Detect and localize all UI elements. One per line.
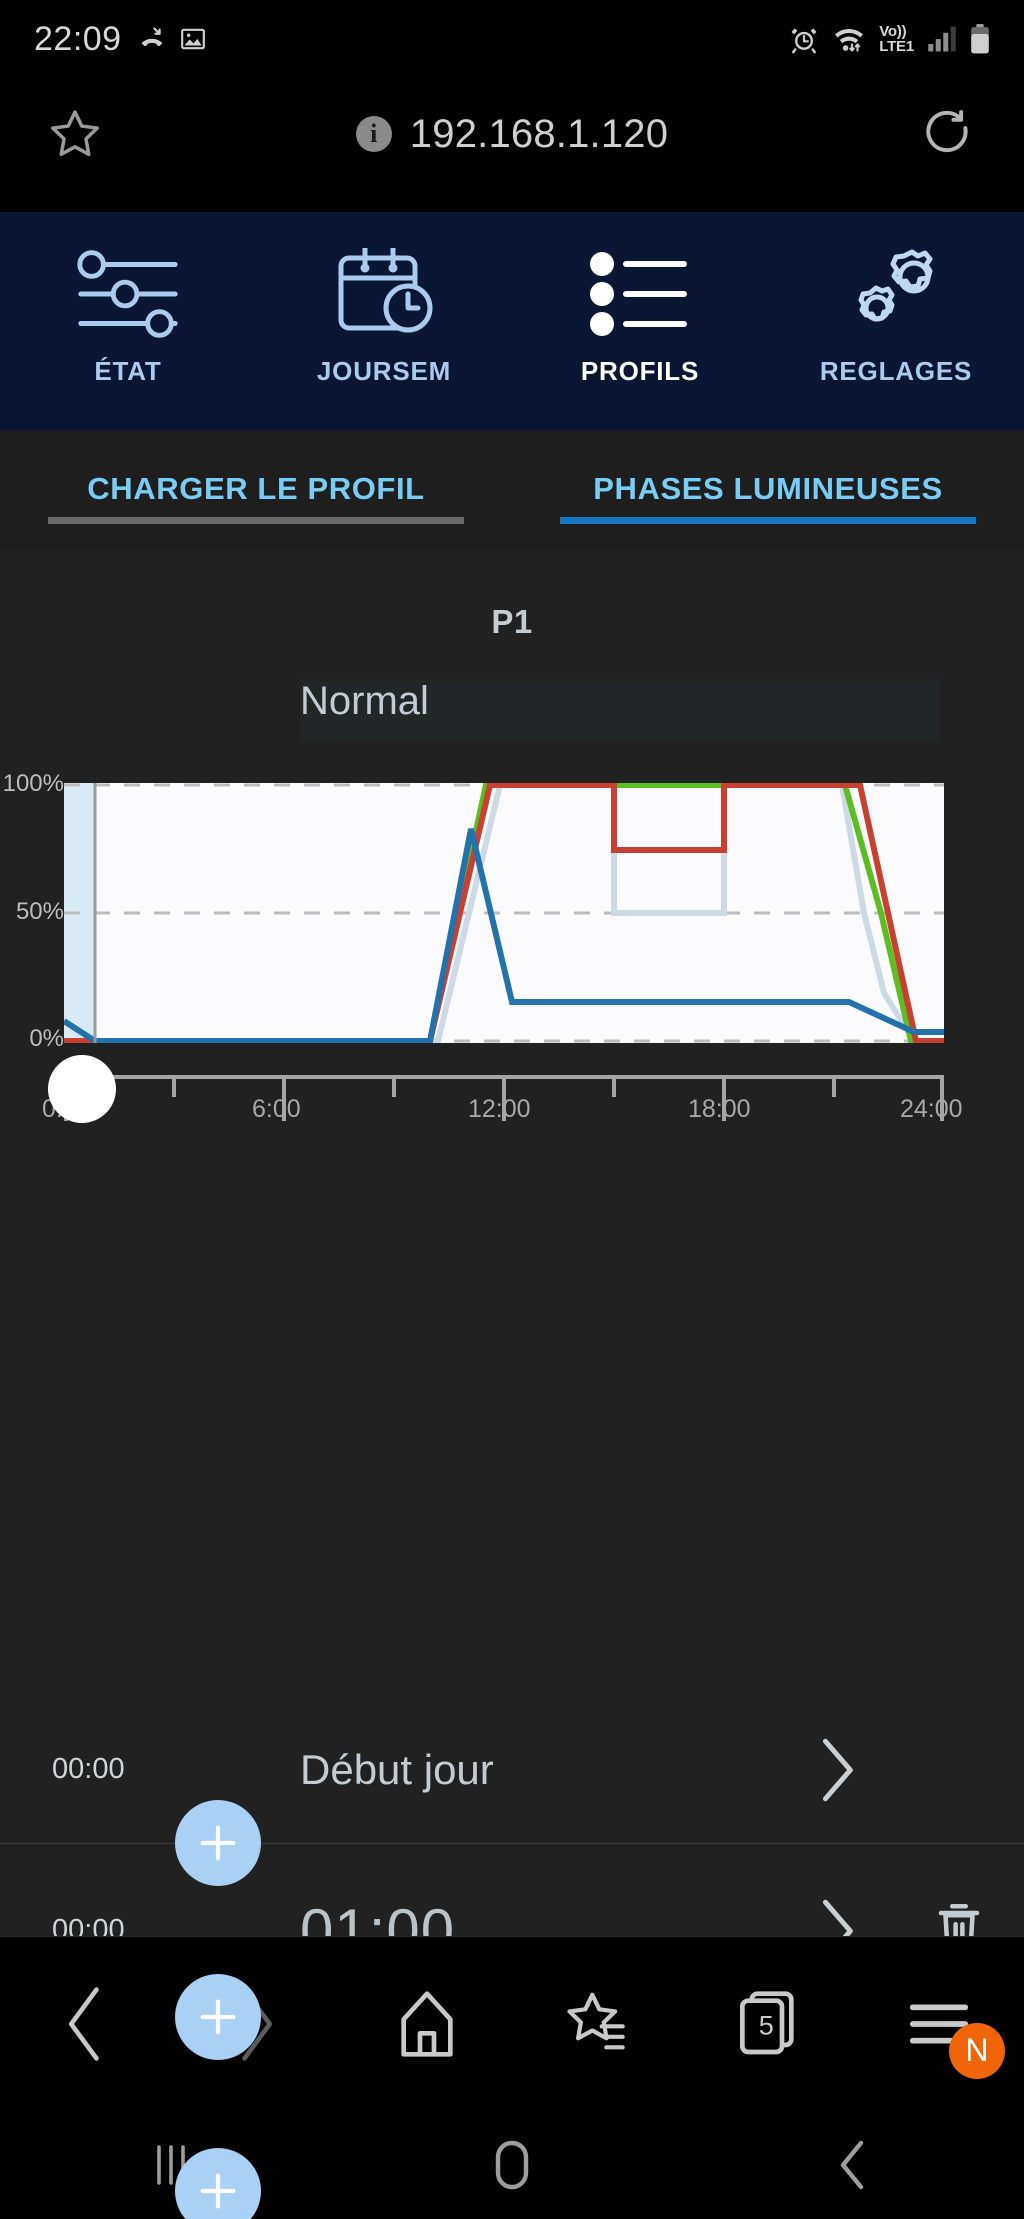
nav-label-joursem: JOURSEM bbox=[316, 356, 452, 386]
back-chevron-icon[interactable] bbox=[0, 1985, 171, 2063]
bookmarks-star-icon[interactable] bbox=[512, 1989, 683, 2059]
tab-label-charger: CHARGER LE PROFIL bbox=[87, 471, 425, 506]
chart-plot-area bbox=[62, 782, 944, 1044]
table-row[interactable]: 00:00 Début jour bbox=[0, 1696, 1024, 1886]
content-panel: P1 Normal 100% 50% 0% 6:00 12:00 18:00 2… bbox=[0, 548, 1024, 2219]
y-tick-50: 50% bbox=[15, 898, 64, 925]
tab-underline-active bbox=[560, 517, 976, 524]
x-tick-6: 6:00 bbox=[252, 1095, 301, 1123]
android-nav-bar bbox=[0, 2110, 1024, 2219]
android-status-bar: 22:09 Vo)) LTE1 bbox=[0, 0, 1024, 78]
tabs-count: 5 bbox=[758, 2009, 774, 2040]
menu-badge: N bbox=[948, 2022, 1005, 2079]
chart-y-axis: 100% 50% 0% bbox=[0, 770, 64, 1052]
add-phase-button[interactable] bbox=[175, 1800, 261, 1886]
tab-label-phases: PHASES LUMINEUSES bbox=[593, 471, 943, 506]
image-icon bbox=[180, 28, 205, 50]
tab-underline-inactive bbox=[48, 517, 464, 524]
nav-item-etat[interactable]: ÉTAT bbox=[0, 212, 256, 430]
volte-lte-icon: Vo)) LTE1 bbox=[879, 24, 914, 54]
calendar-clock-icon bbox=[329, 240, 439, 348]
recent-apps-icon[interactable] bbox=[0, 2141, 341, 2189]
nav-label-reglages: REGLAGES bbox=[819, 356, 973, 386]
x-tick-18: 18:00 bbox=[688, 1095, 751, 1123]
nav-label-profils: PROFILS bbox=[580, 356, 700, 386]
time-slider-thumb[interactable] bbox=[48, 1055, 116, 1123]
alarm-icon bbox=[791, 28, 817, 54]
add-phase-button[interactable] bbox=[175, 1974, 261, 2060]
sliders-icon bbox=[69, 240, 187, 348]
info-icon[interactable]: i bbox=[355, 116, 392, 152]
gears-icon bbox=[840, 240, 952, 348]
back-icon[interactable] bbox=[683, 2139, 1024, 2191]
menu-icon[interactable]: N bbox=[853, 1997, 1024, 2079]
profile-name-field[interactable]: Normal bbox=[300, 679, 940, 741]
row-label: Début jour bbox=[300, 1745, 494, 1793]
status-left-icons bbox=[138, 25, 206, 53]
bookmark-star-icon[interactable] bbox=[0, 106, 150, 162]
y-tick-100: 100% bbox=[2, 770, 64, 797]
page-title: P1 bbox=[491, 603, 533, 640]
series-blue bbox=[62, 828, 944, 1044]
url-display[interactable]: i 192.168.1.120 bbox=[150, 112, 874, 157]
browser-bottom-bar: 5 N bbox=[0, 1936, 1024, 2110]
tabs-button[interactable]: 5 bbox=[683, 1989, 854, 2059]
lte-label: LTE1 bbox=[879, 38, 914, 55]
status-clock: 22:09 bbox=[34, 19, 122, 58]
home-circle-icon[interactable] bbox=[341, 2139, 682, 2191]
reload-icon[interactable] bbox=[874, 106, 1024, 162]
wifi-icon bbox=[835, 29, 864, 52]
url-text: 192.168.1.120 bbox=[409, 111, 669, 156]
nav-label-etat: ÉTAT bbox=[94, 356, 162, 386]
x-tick-12: 12:00 bbox=[468, 1095, 531, 1123]
chevron-right-icon[interactable] bbox=[776, 1735, 894, 1805]
nav-item-profils[interactable]: PROFILS bbox=[512, 212, 768, 430]
light-phase-chart[interactable]: 100% 50% 0% 6:00 12:00 18:00 24:00 bbox=[0, 770, 1024, 1123]
status-right-icons: Vo)) LTE1 bbox=[789, 24, 990, 54]
phone-screen: 22:09 Vo)) LTE1 i 192.168.1.120 ÉTAT JOU… bbox=[0, 0, 1024, 2219]
tab-charger-le-profil[interactable]: CHARGER LE PROFIL bbox=[0, 430, 512, 548]
nav-item-joursem[interactable]: JOURSEM bbox=[256, 212, 512, 430]
x-tick-24: 24:00 bbox=[900, 1095, 963, 1123]
bullet-list-icon bbox=[584, 240, 696, 348]
app-top-nav: ÉTAT JOURSEM PROFILS REGLAGES bbox=[0, 212, 1024, 430]
row-start-time: 00:00 bbox=[52, 1753, 125, 1785]
y-tick-0: 0% bbox=[29, 1025, 64, 1052]
browser-url-bar[interactable]: i 192.168.1.120 bbox=[0, 78, 1024, 190]
missed-call-icon bbox=[141, 27, 163, 47]
battery-icon bbox=[971, 24, 989, 54]
tab-phases-lumineuses[interactable]: PHASES LUMINEUSES bbox=[512, 430, 1024, 548]
nav-item-reglages[interactable]: REGLAGES bbox=[768, 212, 1024, 430]
tab-bar: CHARGER LE PROFIL PHASES LUMINEUSES bbox=[0, 430, 1024, 548]
chart-svg bbox=[62, 782, 944, 1044]
chart-x-axis: 0:00 6:00 12:00 18:00 24:00 bbox=[0, 1095, 1024, 1135]
signal-icon bbox=[928, 26, 956, 52]
home-icon[interactable] bbox=[341, 1989, 512, 2059]
